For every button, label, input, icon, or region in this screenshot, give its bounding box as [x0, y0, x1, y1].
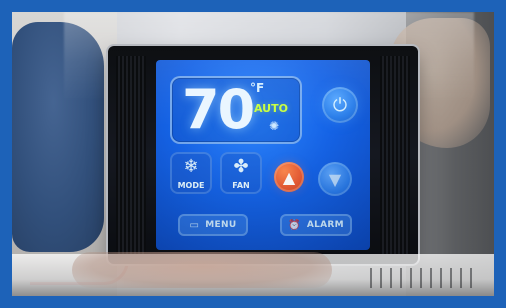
left-grille — [116, 56, 146, 254]
control-row: ❄ MODE ✤ FAN ▲ ▼ — [170, 152, 370, 206]
menu-button-label: MENU — [205, 220, 237, 230]
bottom-bar: ▭ MENU ⏰ ALARM — [170, 210, 356, 240]
mode-button-label: MODE — [177, 181, 205, 190]
decrease-button[interactable]: ▼ — [318, 162, 352, 196]
touchscreen: 70 °F AUTO ✺ ⏻ ❄ MODE ✤ FAN ▲ ▼ ▭ MENU ⏰… — [156, 60, 370, 250]
foreground-rivets — [370, 268, 480, 288]
temperature-panel: 70 °F AUTO ✺ — [170, 76, 302, 144]
alarm-button[interactable]: ⏰ ALARM — [280, 214, 352, 236]
photo-frame: 70 °F AUTO ✺ ⏻ ❄ MODE ✤ FAN ▲ ▼ ▭ MENU ⏰… — [0, 0, 506, 308]
mode-button[interactable]: ❄ MODE — [170, 152, 212, 194]
up-arrow-icon: ▲ — [282, 167, 296, 187]
alarm-icon: ⏰ — [288, 219, 301, 231]
temperature-value: 70 — [182, 78, 255, 141]
power-button[interactable]: ⏻ — [322, 87, 358, 123]
snowflake-icon: ❄ — [183, 156, 199, 177]
alarm-button-label: ALARM — [306, 220, 344, 230]
temperature-unit: °F — [250, 81, 265, 95]
right-grille — [380, 56, 410, 254]
increase-button[interactable]: ▲ — [274, 162, 304, 192]
down-arrow-icon: ▼ — [328, 169, 342, 189]
photo: 70 °F AUTO ✺ ⏻ ❄ MODE ✤ FAN ▲ ▼ ▭ MENU ⏰… — [12, 12, 494, 296]
person-hand-bottom — [72, 252, 332, 288]
menu-icon: ▭ — [189, 219, 200, 231]
fan-button-label: FAN — [232, 181, 250, 190]
fan-icon: ✤ — [233, 156, 249, 177]
fan-mini-icon: ✺ — [268, 119, 280, 133]
mode-status: AUTO — [254, 102, 288, 115]
menu-button[interactable]: ▭ MENU — [178, 214, 248, 236]
fan-button[interactable]: ✤ FAN — [220, 152, 262, 194]
power-icon: ⏻ — [332, 94, 348, 116]
thermostat-bezel: 70 °F AUTO ✺ ⏻ ❄ MODE ✤ FAN ▲ ▼ ▭ MENU ⏰… — [108, 46, 418, 264]
